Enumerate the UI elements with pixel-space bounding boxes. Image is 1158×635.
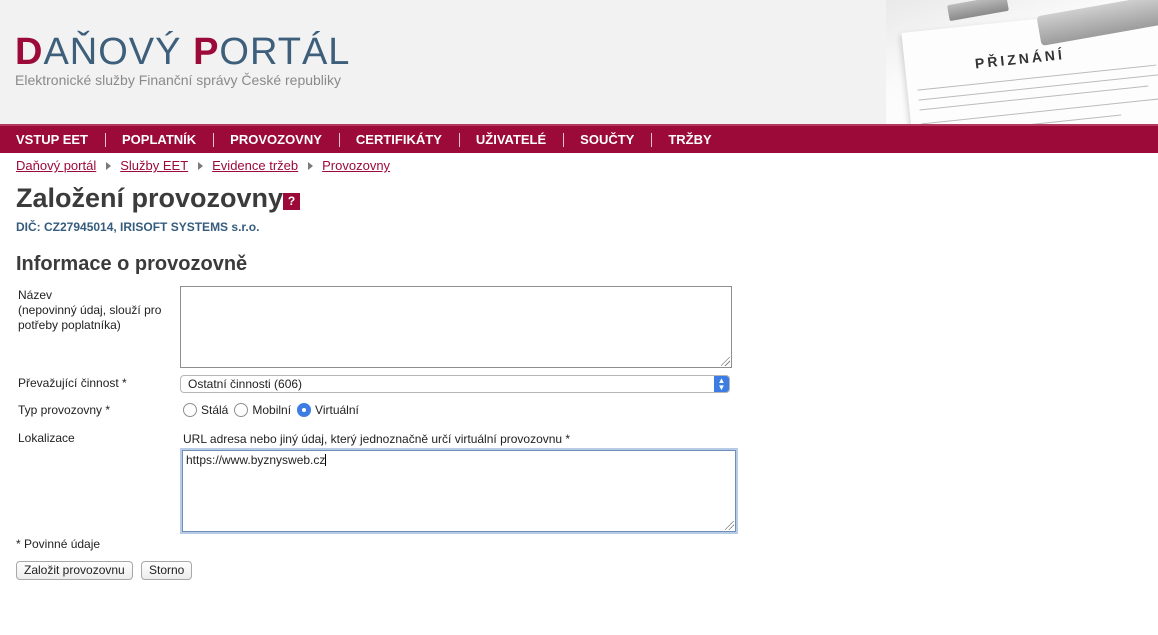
activity-label: Převažující činnost *	[18, 376, 127, 390]
logo-text-part1: AŇOVÝ	[43, 31, 194, 73]
radio-option-virtualni[interactable]: Virtuální	[297, 403, 359, 417]
activity-select-value: Ostatní činnosti (606)	[188, 377, 303, 391]
location-textarea-value: https://www.byznysweb.cz	[186, 453, 326, 467]
header-decorative-image: PŘIZNÁNÍ	[886, 0, 1158, 124]
nav-item-certifikaty[interactable]: CERTIFIKÁTY	[338, 132, 459, 147]
breadcrumb-arrow-icon	[106, 161, 112, 170]
help-icon[interactable]: ?	[283, 193, 300, 210]
radio-mobilni[interactable]	[234, 403, 249, 417]
portal-subtitle: Elektronické služby Finanční správy Česk…	[15, 72, 342, 88]
radio-mobilni-label: Mobilní	[252, 403, 292, 417]
breadcrumb-link-provozovny[interactable]: Provozovny	[322, 158, 390, 173]
breadcrumb-arrow-icon	[198, 161, 204, 170]
breadcrumb-arrow-icon	[308, 161, 314, 170]
tax-form-title: PŘIZNÁNÍ	[974, 46, 1066, 72]
breadcrumb: Daňový portál Služby EET Evidence tržeb …	[16, 158, 390, 173]
logo-letter-p: P	[193, 31, 220, 73]
resize-grip-icon[interactable]	[725, 521, 734, 530]
name-label-group: Název (nepovinný údaj, slouží pro potřeb…	[18, 288, 161, 333]
nav-item-provozovny[interactable]: PROVOZOVNY	[213, 132, 339, 147]
breadcrumb-link-sluzby-eet[interactable]: Služby EET	[120, 158, 188, 173]
radio-option-stala[interactable]: Stálá	[183, 403, 228, 417]
name-hint-line1: (nepovinný údaj, slouží pro	[18, 303, 162, 317]
nav-item-poplatnik[interactable]: POPLATNÍK	[105, 132, 213, 147]
cancel-button[interactable]: Storno	[141, 561, 193, 580]
location-hint: URL adresa nebo jiný údaj, který jednozn…	[183, 432, 571, 446]
nav-item-vstup-eet[interactable]: VSTUP EET	[0, 132, 105, 147]
name-textarea[interactable]	[180, 286, 732, 368]
required-note: * Povinné údaje	[16, 537, 101, 551]
breadcrumb-link-evidence-trzeb[interactable]: Evidence tržeb	[212, 158, 298, 173]
nav-item-uzivatele[interactable]: UŽIVATELÉ	[458, 132, 563, 147]
nav-item-soucty[interactable]: SOUČTY	[563, 132, 651, 147]
text-caret	[325, 454, 327, 466]
location-label: Lokalizace	[18, 431, 75, 445]
radio-virtualni-label: Virtuální	[315, 403, 359, 417]
radio-stala-label: Stálá	[201, 403, 229, 417]
portal-logo[interactable]: DAŇOVÝ PORTÁL	[15, 30, 350, 74]
nav-item-trzby[interactable]: TRŽBY	[651, 132, 728, 147]
logo-text-part2: ORTÁL	[219, 31, 351, 73]
activity-select[interactable]: Ostatní činnosti (606) ▲ ▼	[180, 375, 730, 393]
radio-virtualni[interactable]	[297, 403, 312, 417]
usb-stick-icon	[947, 0, 1009, 22]
breadcrumb-link-danovy-portal[interactable]: Daňový portál	[16, 158, 96, 173]
page-title: Založení provozovny	[16, 183, 284, 213]
create-establishment-button[interactable]: Založit provozovnu	[16, 561, 133, 580]
type-radio-group: Stálá Mobilní Virtuální	[183, 403, 365, 417]
section-title: Informace o provozovně	[16, 253, 248, 275]
resize-grip-icon[interactable]	[721, 357, 730, 366]
site-header: DAŇOVÝ PORTÁL Elektronické služby Finanč…	[0, 0, 1158, 124]
radio-stala[interactable]	[183, 403, 197, 417]
logo-letter-d: D	[15, 31, 44, 73]
radio-option-mobilni[interactable]: Mobilní	[234, 403, 291, 417]
taxpayer-dic: DIČ: CZ27945014, IRISOFT SYSTEMS s.r.o.	[16, 220, 260, 234]
location-textarea[interactable]: https://www.byznysweb.cz	[182, 450, 736, 532]
select-updown-arrows-icon[interactable]: ▲ ▼	[714, 376, 729, 392]
main-navigation: VSTUP EET POPLATNÍK PROVOZOVNY CERTIFIKÁ…	[0, 124, 1158, 153]
name-hint-line2: potřeby poplatníka)	[18, 318, 121, 332]
name-label: Název	[18, 288, 53, 302]
type-label: Typ provozovny *	[18, 403, 111, 417]
